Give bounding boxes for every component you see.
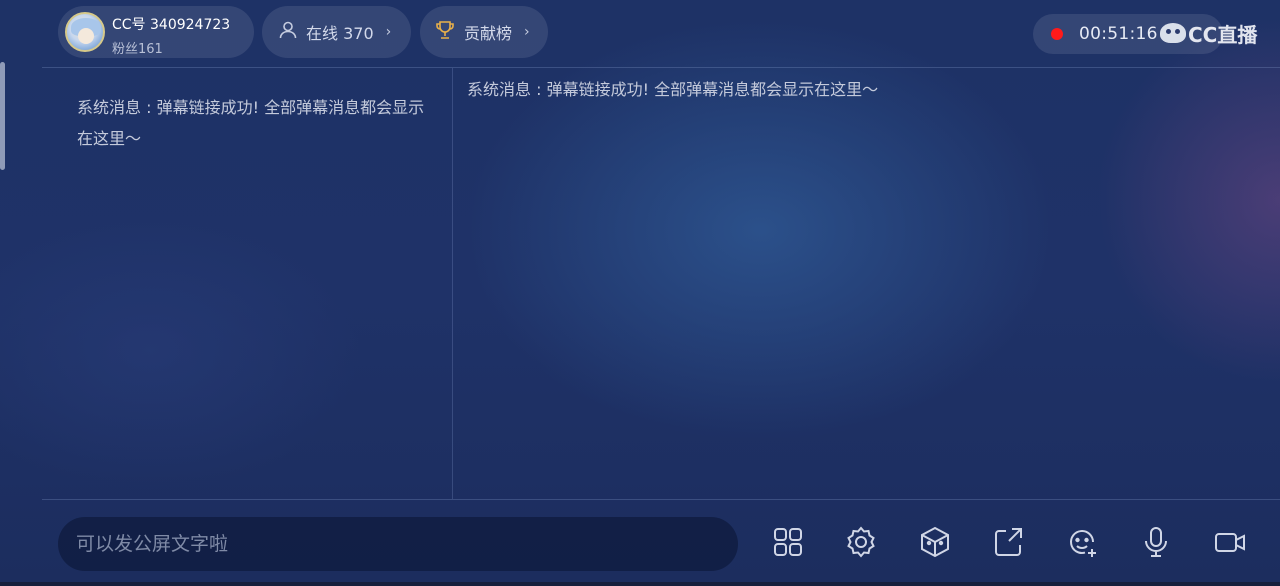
grid-icon	[771, 525, 805, 563]
online-count-button[interactable]: 在线 370 ›	[262, 6, 411, 58]
settings-icon	[844, 525, 878, 563]
video-camera-button[interactable]	[1210, 524, 1250, 564]
settings-button[interactable]	[841, 524, 881, 564]
online-count-label: 在线 370	[306, 24, 374, 43]
record-dot-icon	[1051, 28, 1063, 40]
contribution-rank-label: 贡献榜	[464, 24, 513, 43]
box-icon	[918, 525, 952, 563]
panel-divider	[452, 68, 453, 499]
cc-logo-icon	[1160, 23, 1186, 43]
microphone-icon	[1139, 525, 1173, 563]
cc-id-text: CC号 340924723	[112, 17, 231, 33]
watermark-text: CC直播	[1188, 22, 1258, 47]
bottom-edge	[0, 582, 1280, 586]
footer-divider	[42, 499, 1280, 500]
trophy-icon	[434, 19, 456, 45]
emoji-add-button[interactable]	[1062, 524, 1102, 564]
chevron-right-icon: ›	[524, 24, 530, 40]
header-divider	[42, 67, 1280, 68]
cc-live-watermark: CC直播	[1160, 16, 1257, 50]
avatar[interactable]	[65, 12, 105, 52]
system-message-right: 系统消息 : 弹幕链接成功! 全部弹幕消息都会显示在这里～	[467, 80, 879, 99]
grid-menu-button[interactable]	[768, 524, 808, 564]
share-icon	[992, 525, 1026, 563]
chevron-right-icon: ›	[385, 24, 392, 40]
chat-input[interactable]	[58, 517, 738, 571]
user-icon	[278, 20, 298, 44]
contribution-rank-button[interactable]: 贡献榜 ›	[420, 6, 548, 58]
scroll-indicator[interactable]	[0, 62, 5, 170]
microphone-button[interactable]	[1136, 524, 1176, 564]
video-camera-icon	[1213, 525, 1247, 563]
streamer-profile-card[interactable]: CC号 340924723 粉丝161	[58, 6, 254, 58]
system-message-left: 系统消息 : 弹幕链接成功! 全部弹幕消息都会显示在这里～	[77, 98, 425, 148]
share-button[interactable]	[989, 524, 1029, 564]
record-time: 00:51:16	[1079, 24, 1158, 44]
box-button[interactable]	[915, 524, 955, 564]
face-add-icon	[1065, 525, 1099, 563]
fans-count: 粉丝161	[112, 42, 163, 57]
